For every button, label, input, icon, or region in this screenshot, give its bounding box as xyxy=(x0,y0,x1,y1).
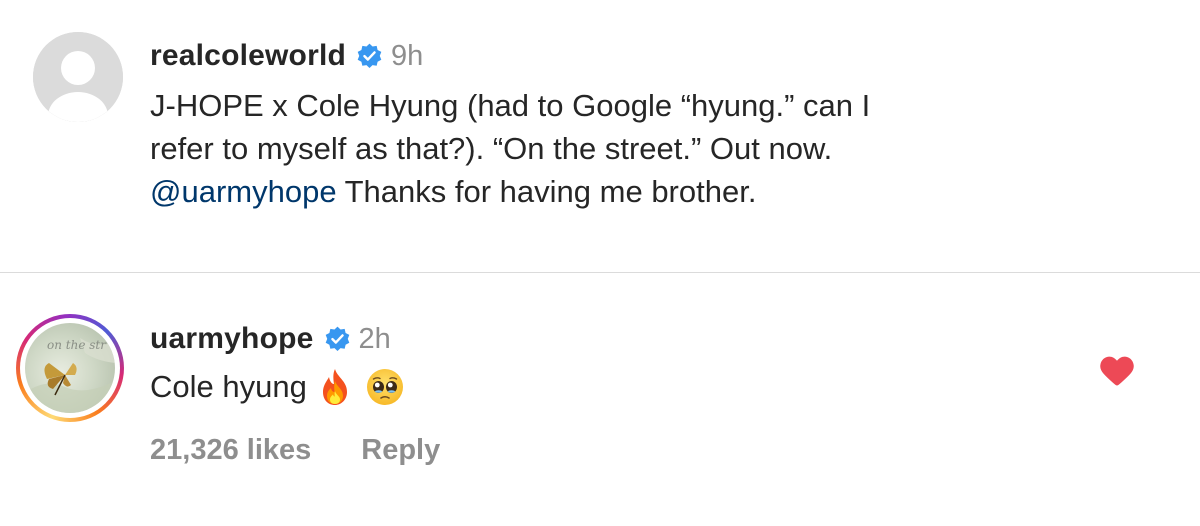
pleading-face-emoji xyxy=(365,367,405,407)
mention-link[interactable]: @uarmyhope xyxy=(150,174,337,209)
default-avatar-icon[interactable] xyxy=(33,32,123,122)
caption-username[interactable]: realcoleworld xyxy=(150,39,346,73)
comment-timestamp: 2h xyxy=(358,322,391,355)
avatar-text: on the str xyxy=(47,338,107,352)
fire-emoji xyxy=(315,367,355,407)
comment-item: on the str uarmyhope 2h Cole hyung 21,32… xyxy=(0,273,1200,526)
verified-badge-icon xyxy=(324,326,351,353)
caption-text-part1: J-HOPE x Cole Hyung (had to Google “hyun… xyxy=(150,88,871,166)
avatar-photo: on the str xyxy=(25,323,115,413)
comment-text-content: Cole hyung xyxy=(150,369,307,404)
caption-text: J-HOPE x Cole Hyung (had to Google “hyun… xyxy=(150,84,1160,213)
caption-text-part2: Thanks for having me brother. xyxy=(336,174,757,209)
likes-count[interactable]: 21,326 likes xyxy=(150,434,311,467)
verified-badge-icon xyxy=(356,43,383,70)
comment-text: Cole hyung xyxy=(150,365,1050,408)
caption-timestamp: 9h xyxy=(391,39,424,72)
caption-header: realcoleworld 9h xyxy=(150,34,1160,78)
comment-body: uarmyhope 2h Cole hyung 21,326 likes Rep… xyxy=(150,317,1050,470)
comment-meta: 21,326 likes Reply xyxy=(150,430,1050,470)
reply-button[interactable]: Reply xyxy=(361,434,440,467)
comment-avatar[interactable]: on the str xyxy=(16,314,124,422)
heart-filled-icon[interactable] xyxy=(1100,355,1134,387)
post-caption: realcoleworld 9h J-HOPE x Cole Hyung (ha… xyxy=(0,0,1200,272)
caption-body: realcoleworld 9h J-HOPE x Cole Hyung (ha… xyxy=(150,34,1160,213)
comment-header: uarmyhope 2h xyxy=(150,317,1050,361)
comment-username[interactable]: uarmyhope xyxy=(150,322,314,356)
